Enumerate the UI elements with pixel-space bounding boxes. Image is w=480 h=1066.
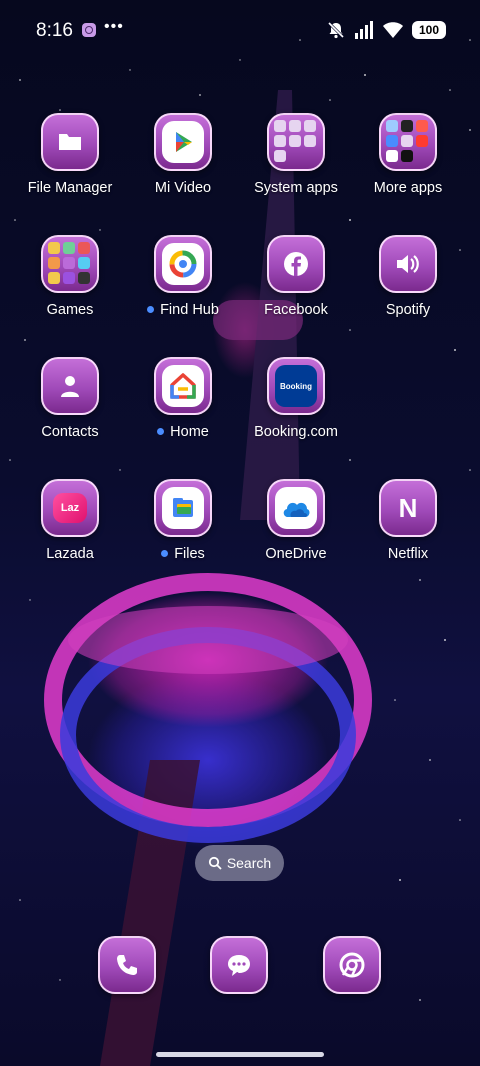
status-bar: 8:16 ••• 100 — [0, 0, 480, 60]
search-button[interactable]: Search — [195, 845, 284, 881]
booking-icon: Booking — [275, 365, 317, 407]
notification-app-icon — [82, 23, 96, 37]
status-icons: 100 — [326, 19, 446, 41]
app-tile[interactable] — [379, 235, 437, 293]
more-notifications-icon: ••• — [104, 18, 124, 35]
status-time: 8:16 — [36, 20, 73, 41]
home-icon — [162, 365, 204, 407]
folder-grid-icon — [274, 120, 318, 164]
app-tile[interactable] — [154, 113, 212, 171]
gesture-home-bar[interactable] — [156, 1052, 324, 1057]
app-label: Games — [46, 302, 94, 318]
search-icon — [208, 856, 222, 870]
app-label: File Manager — [27, 180, 113, 196]
folder-system-apps[interactable]: System apps — [240, 113, 352, 196]
folder-tile[interactable] — [267, 113, 325, 171]
app-tile[interactable]: N — [379, 479, 437, 537]
app-contacts[interactable]: Contacts — [14, 357, 126, 440]
app-label: System apps — [254, 180, 338, 196]
app-spotify[interactable]: Spotify — [352, 235, 464, 318]
app-label: Facebook — [264, 302, 328, 318]
folder-more-apps[interactable]: More apps — [352, 113, 464, 196]
person-icon — [61, 376, 79, 397]
app-label: Mi Video — [154, 180, 212, 196]
phone-icon — [117, 955, 137, 975]
messages-icon — [228, 955, 250, 976]
app-label: More apps — [373, 180, 443, 196]
files-icon — [162, 487, 204, 529]
facebook-icon — [284, 252, 308, 276]
play-icon — [162, 121, 204, 163]
folder-games[interactable]: Games — [14, 235, 126, 318]
new-app-dot — [161, 550, 169, 557]
find-hub-icon — [162, 243, 204, 285]
dock-phone[interactable] — [98, 936, 156, 994]
app-tile[interactable]: Booking — [267, 357, 325, 415]
app-mi-video[interactable]: Mi Video — [127, 113, 239, 196]
folder-tile[interactable] — [41, 235, 99, 293]
chrome-icon — [339, 952, 365, 978]
folder-icon — [59, 134, 81, 150]
app-find-hub[interactable]: Find Hub — [127, 235, 239, 318]
wifi-icon — [383, 22, 403, 38]
speaker-icon — [397, 255, 419, 273]
app-tile[interactable] — [154, 235, 212, 293]
folder-grid-icon — [48, 242, 92, 286]
app-tile[interactable] — [267, 479, 325, 537]
battery-indicator: 100 — [412, 21, 446, 39]
app-onedrive[interactable]: OneDrive — [240, 479, 352, 562]
app-file-manager[interactable]: File Manager — [14, 113, 126, 196]
new-app-dot — [147, 306, 155, 313]
folder-grid-icon — [386, 120, 430, 164]
app-tile[interactable] — [41, 113, 99, 171]
app-tile[interactable] — [154, 479, 212, 537]
app-label: Spotify — [385, 302, 431, 318]
app-label: Booking.com — [254, 424, 338, 440]
folder-tile[interactable] — [379, 113, 437, 171]
netflix-icon: N — [398, 492, 418, 523]
app-tile[interactable] — [154, 357, 212, 415]
app-label: Find Hub — [127, 302, 239, 318]
app-home[interactable]: Home — [127, 357, 239, 440]
app-label: OneDrive — [265, 546, 327, 562]
app-booking[interactable]: Booking Booking.com — [240, 357, 352, 440]
app-lazada[interactable]: Laz Lazada — [14, 479, 126, 562]
app-tile[interactable]: Laz — [41, 479, 99, 537]
app-label: Contacts — [41, 424, 99, 440]
lazada-icon: Laz — [53, 493, 87, 523]
search-label: Search — [226, 855, 272, 871]
dock-chrome[interactable] — [323, 936, 381, 994]
app-facebook[interactable]: Facebook — [240, 235, 352, 318]
app-label: Netflix — [387, 546, 429, 562]
app-files[interactable]: Files — [127, 479, 239, 562]
silent-bell-icon — [327, 21, 345, 39]
signal-icon — [355, 21, 373, 39]
app-label: Lazada — [46, 546, 94, 562]
new-app-dot — [157, 428, 165, 435]
app-label: Files — [127, 546, 239, 562]
dock-messages[interactable] — [210, 936, 268, 994]
app-tile[interactable] — [41, 357, 99, 415]
app-tile[interactable] — [267, 235, 325, 293]
app-netflix[interactable]: N Netflix — [352, 479, 464, 562]
cloud-icon — [275, 487, 317, 529]
app-label: Home — [127, 424, 239, 440]
